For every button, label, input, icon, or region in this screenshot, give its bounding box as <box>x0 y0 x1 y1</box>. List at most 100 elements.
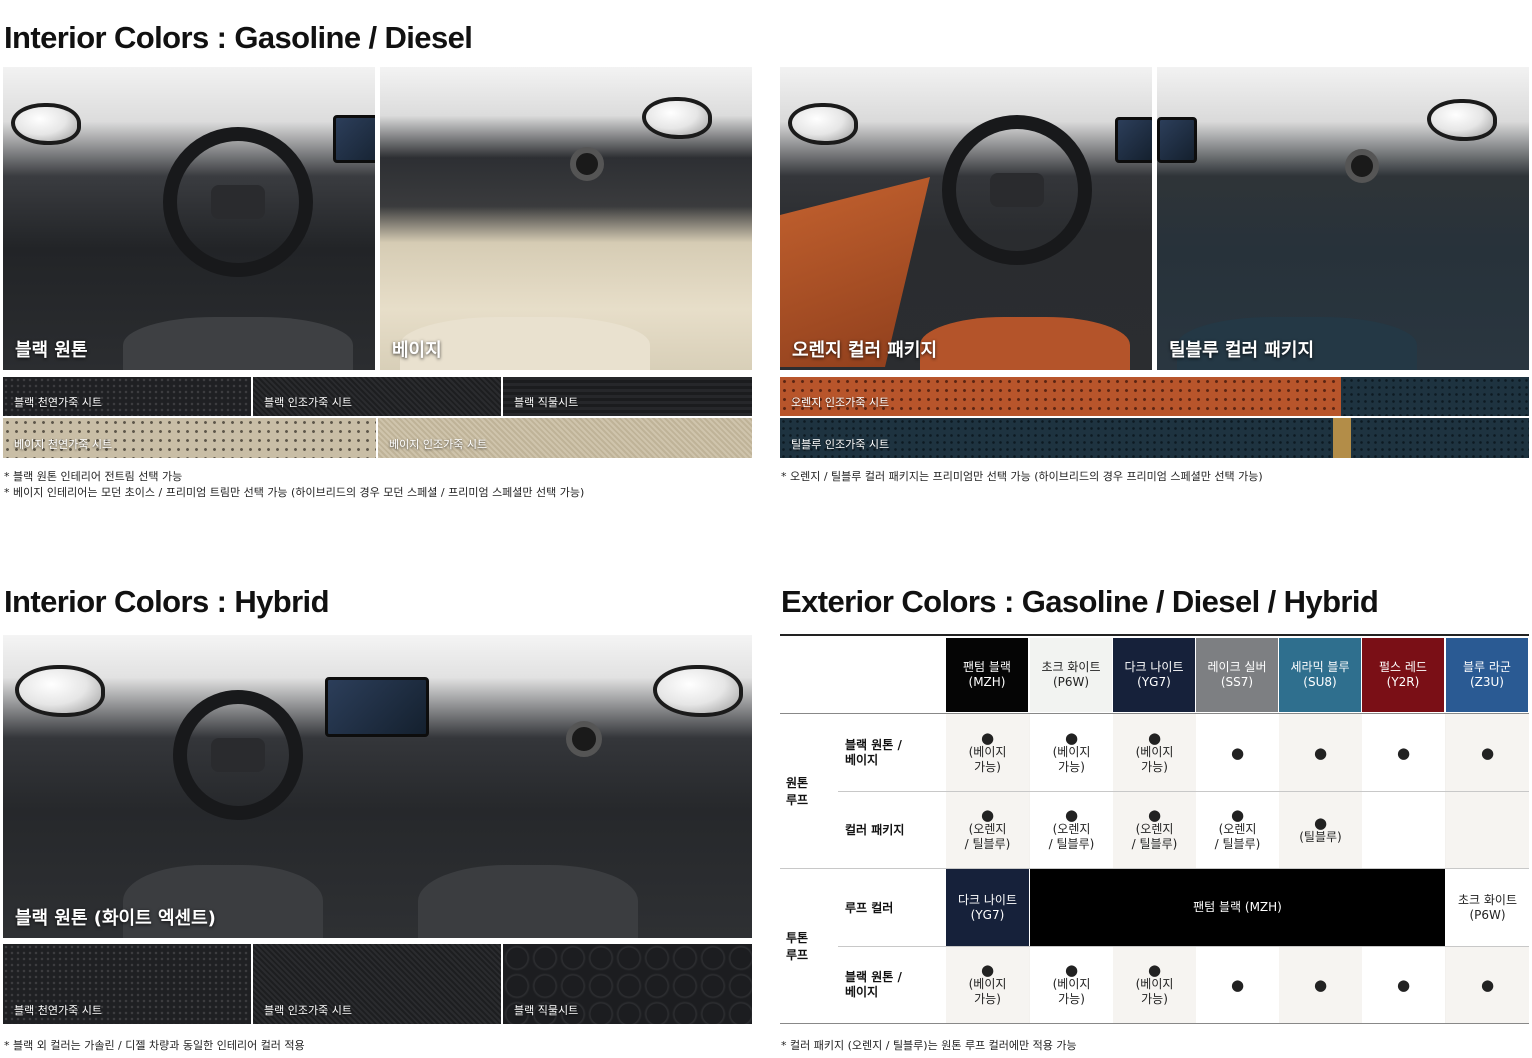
availability-cell: ● (오렌지 / 틸블루) <box>1113 792 1196 868</box>
note-exterior-1: * 컬러 패키지 (오렌지 / 틸블루)는 원톤 루프 컬러에만 적용 가능 <box>781 1039 1077 1052</box>
row-label: 컬러 패키지 <box>845 823 905 837</box>
heading-interior-gasoline-diesel: Interior Colors : Gasoline / Diesel <box>4 20 473 55</box>
swatch-label: 블랙 천연가죽 시트 <box>14 1004 102 1017</box>
availability-text: (베이지 <box>1052 977 1091 991</box>
color-header-dark-knight: 다크 나이트 (YG7) <box>1113 638 1195 712</box>
photo-caption: 베이지 <box>392 340 442 361</box>
swatch-gold-accent <box>1333 418 1351 458</box>
availability-text: (베이지 <box>968 744 1007 759</box>
swatch-label: 베이지 천연가죽 시트 <box>14 438 113 451</box>
side-mirror <box>642 97 712 139</box>
availability-text: (베이지 <box>1052 744 1091 759</box>
availability-cell: ● <box>1362 947 1445 1023</box>
photo-teal-package: 틸블루 컬러 패키지 <box>1157 67 1529 370</box>
swatch-label: 블랙 인조가죽 시트 <box>264 1004 352 1017</box>
availability-dot-icon: ● <box>1230 976 1245 994</box>
row-label: 루프 컬러 <box>845 901 894 915</box>
availability-cell: ● <box>1446 947 1529 1023</box>
air-vent <box>566 721 602 757</box>
availability-dot-icon: ● <box>1313 976 1328 994</box>
availability-dot-icon: ● <box>1230 743 1245 762</box>
side-mirror <box>15 665 105 717</box>
swatch-beige-leather: 베이지 천연가죽 시트 <box>3 418 376 458</box>
swatch-teal-accent <box>1351 418 1529 458</box>
swatch-label: 틸블루 인조가죽 시트 <box>791 438 890 451</box>
availability-text: (베이지 <box>968 977 1007 991</box>
availability-cell: ● <box>1196 947 1279 1023</box>
availability-text: 가능) <box>974 759 1001 774</box>
swatch-black-synthetic: 블랙 인조가죽 시트 <box>253 377 501 416</box>
color-code: (YG7) <box>1137 675 1171 689</box>
color-name: 다크 나이트 <box>1124 660 1184 674</box>
availability-cell: ● (오렌지 / 틸블루) <box>1030 792 1113 868</box>
air-vent <box>1345 149 1379 183</box>
swatch-label: 베이지 인조가죽 시트 <box>389 438 488 451</box>
color-name: 초크 화이트 <box>1041 660 1101 674</box>
availability-dot-icon: ● <box>980 961 995 979</box>
seat <box>920 317 1130 370</box>
color-code: (Z3U) <box>1469 675 1504 689</box>
swatch-hybrid-black-synthetic: 블랙 인조가죽 시트 <box>253 944 501 1024</box>
swatch-hybrid-black-cloth: 블랙 직물시트 <box>503 944 752 1024</box>
availability-cell: ● <box>1279 947 1362 1023</box>
swatch-beige-synthetic: 베이지 인조가죽 시트 <box>378 418 752 458</box>
color-header-ceramic-blue: 세라믹 블루 (SU8) <box>1279 638 1361 712</box>
color-code: (MZH) <box>968 675 1006 689</box>
seat <box>123 317 353 370</box>
availability-cell: ● (오렌지 / 틸블루) <box>1196 792 1279 868</box>
swatch-label: 오렌지 인조가죽 시트 <box>791 396 890 409</box>
availability-cell: ● <box>1279 714 1362 791</box>
availability-text: (베이지 <box>1135 977 1174 991</box>
roof-color-chalk-white: 초크 화이트 (P6W) <box>1446 869 1529 946</box>
availability-cell <box>1362 792 1445 868</box>
availability-dot-icon: ● <box>980 806 995 824</box>
seat <box>418 865 638 938</box>
photo-hybrid-black: 블랙 원톤 (화이트 엑센트) <box>3 635 752 938</box>
availability-cell: ● (베이지 가능) <box>1113 714 1196 791</box>
side-mirror <box>1427 99 1497 141</box>
availability-dot-icon: ● <box>980 728 995 747</box>
color-code: (SU8) <box>1303 675 1337 689</box>
availability-text: / 틸블루) <box>1131 837 1178 851</box>
color-name: 블루 라군 <box>1463 660 1511 674</box>
swatch-orange-stitch-accent <box>1341 377 1529 416</box>
infotainment-screen <box>1157 117 1197 163</box>
availability-text: 가능) <box>974 992 1001 1006</box>
availability-text: / 틸블루) <box>964 837 1011 851</box>
availability-text: 가능) <box>1058 759 1085 774</box>
availability-dot-icon: ● <box>1064 806 1079 824</box>
availability-cell: ● (틸블루) <box>1279 792 1362 868</box>
availability-text: (오렌지 <box>968 822 1007 836</box>
photo-caption: 틸블루 컬러 패키지 <box>1169 340 1315 361</box>
color-header-lake-silver: 레이크 실버 (SS7) <box>1196 638 1278 712</box>
side-mirror <box>11 103 81 145</box>
availability-text: (오렌지 <box>1135 822 1174 836</box>
availability-dot-icon: ● <box>1147 806 1162 824</box>
color-header-chalk-white: 초크 화이트 (P6W) <box>1030 638 1112 712</box>
steering-wheel <box>173 690 303 820</box>
group-label-twotone-roof: 투톤 루프 <box>786 931 809 962</box>
availability-cell: ● (베이지 가능) <box>946 714 1029 791</box>
swatch-label: 블랙 인조가죽 시트 <box>264 396 352 409</box>
steering-wheel <box>163 127 313 277</box>
heading-interior-hybrid: Interior Colors : Hybrid <box>4 584 330 619</box>
infotainment-screen <box>1115 117 1152 163</box>
color-header-phantom-black: 팬텀 블랙 (MZH) <box>946 638 1028 712</box>
roof-color-dark-knight: 다크 나이트 (YG7) <box>946 869 1029 946</box>
availability-text: (틸블루) <box>1299 829 1342 844</box>
note-package-1: * 오렌지 / 틸블루 컬러 패키지는 프리미엄만 선택 가능 (하이브리드의 … <box>781 470 1263 483</box>
availability-text: (오렌지 <box>1218 822 1257 836</box>
availability-dot-icon: ● <box>1147 961 1162 979</box>
availability-dot-icon: ● <box>1396 743 1411 762</box>
availability-text: (오렌지 <box>1052 822 1091 836</box>
availability-dot-icon: ● <box>1147 728 1162 747</box>
availability-dot-icon: ● <box>1480 976 1495 994</box>
availability-cell: ● (베이지 가능) <box>1113 947 1196 1023</box>
availability-cell <box>1446 792 1529 868</box>
availability-dot-icon: ● <box>1480 743 1495 762</box>
swatch-label: 블랙 천연가죽 시트 <box>14 396 102 409</box>
photo-caption: 오렌지 컬러 패키지 <box>792 340 938 361</box>
availability-cell: ● (베이지 가능) <box>1030 714 1113 791</box>
availability-text: 가능) <box>1141 759 1168 774</box>
color-code: (P6W) <box>1052 675 1090 689</box>
